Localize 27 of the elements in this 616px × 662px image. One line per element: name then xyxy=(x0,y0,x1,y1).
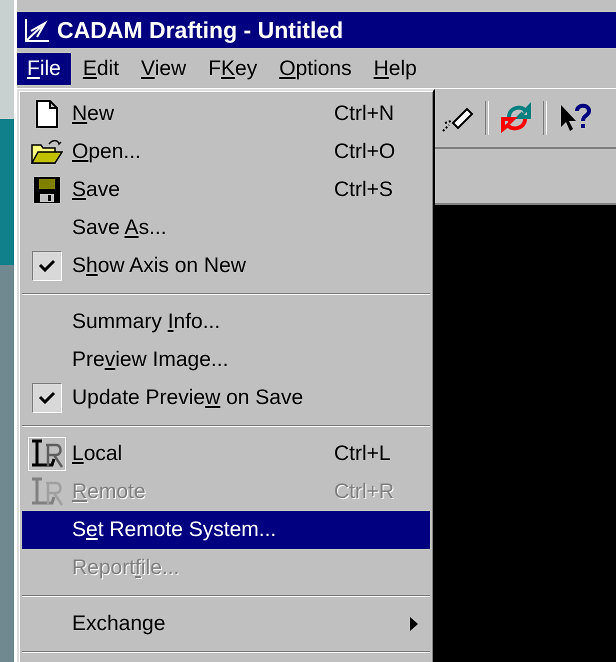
menu-entry[interactable]: Open... Ctrl+O xyxy=(22,133,430,171)
menu-entry[interactable]: Update Preview on Save xyxy=(22,379,430,417)
menu-item[interactable]: Options xyxy=(269,53,362,85)
lr-icon xyxy=(28,437,66,471)
checkmark-icon xyxy=(38,390,56,406)
menu-entry[interactable]: Show Axis on New xyxy=(22,247,430,285)
checkbox[interactable] xyxy=(32,251,62,281)
checkmark-icon xyxy=(38,258,56,274)
menu-entry[interactable]: Save Ctrl+S xyxy=(22,171,430,209)
folder-icon xyxy=(31,139,63,165)
menu-entry[interactable]: Exchange xyxy=(22,605,430,643)
window-title: CADAM Drafting - Untitled xyxy=(57,16,344,44)
menu-entry[interactable]: Save As... xyxy=(22,209,430,247)
menu-entry[interactable]: Set Remote System... xyxy=(22,511,430,549)
refresh-icon[interactable] xyxy=(499,101,533,135)
drafting-icon xyxy=(23,17,51,43)
menu-entry[interactable]: Preview Image... xyxy=(22,341,430,379)
menu-item[interactable]: File xyxy=(17,53,71,85)
menu-entry[interactable]: New Ctrl+N xyxy=(22,95,430,133)
menu-item[interactable]: Help xyxy=(364,53,427,85)
menu-item[interactable]: Edit xyxy=(72,53,130,85)
menu-entry[interactable]: Local Ctrl+L xyxy=(22,435,430,473)
menu-entry[interactable]: Summary Info... xyxy=(22,303,430,341)
checkbox[interactable] xyxy=(32,383,62,413)
menu-item[interactable]: FKey xyxy=(198,53,268,85)
page-icon xyxy=(36,100,58,128)
menu-item[interactable]: View xyxy=(131,53,196,85)
